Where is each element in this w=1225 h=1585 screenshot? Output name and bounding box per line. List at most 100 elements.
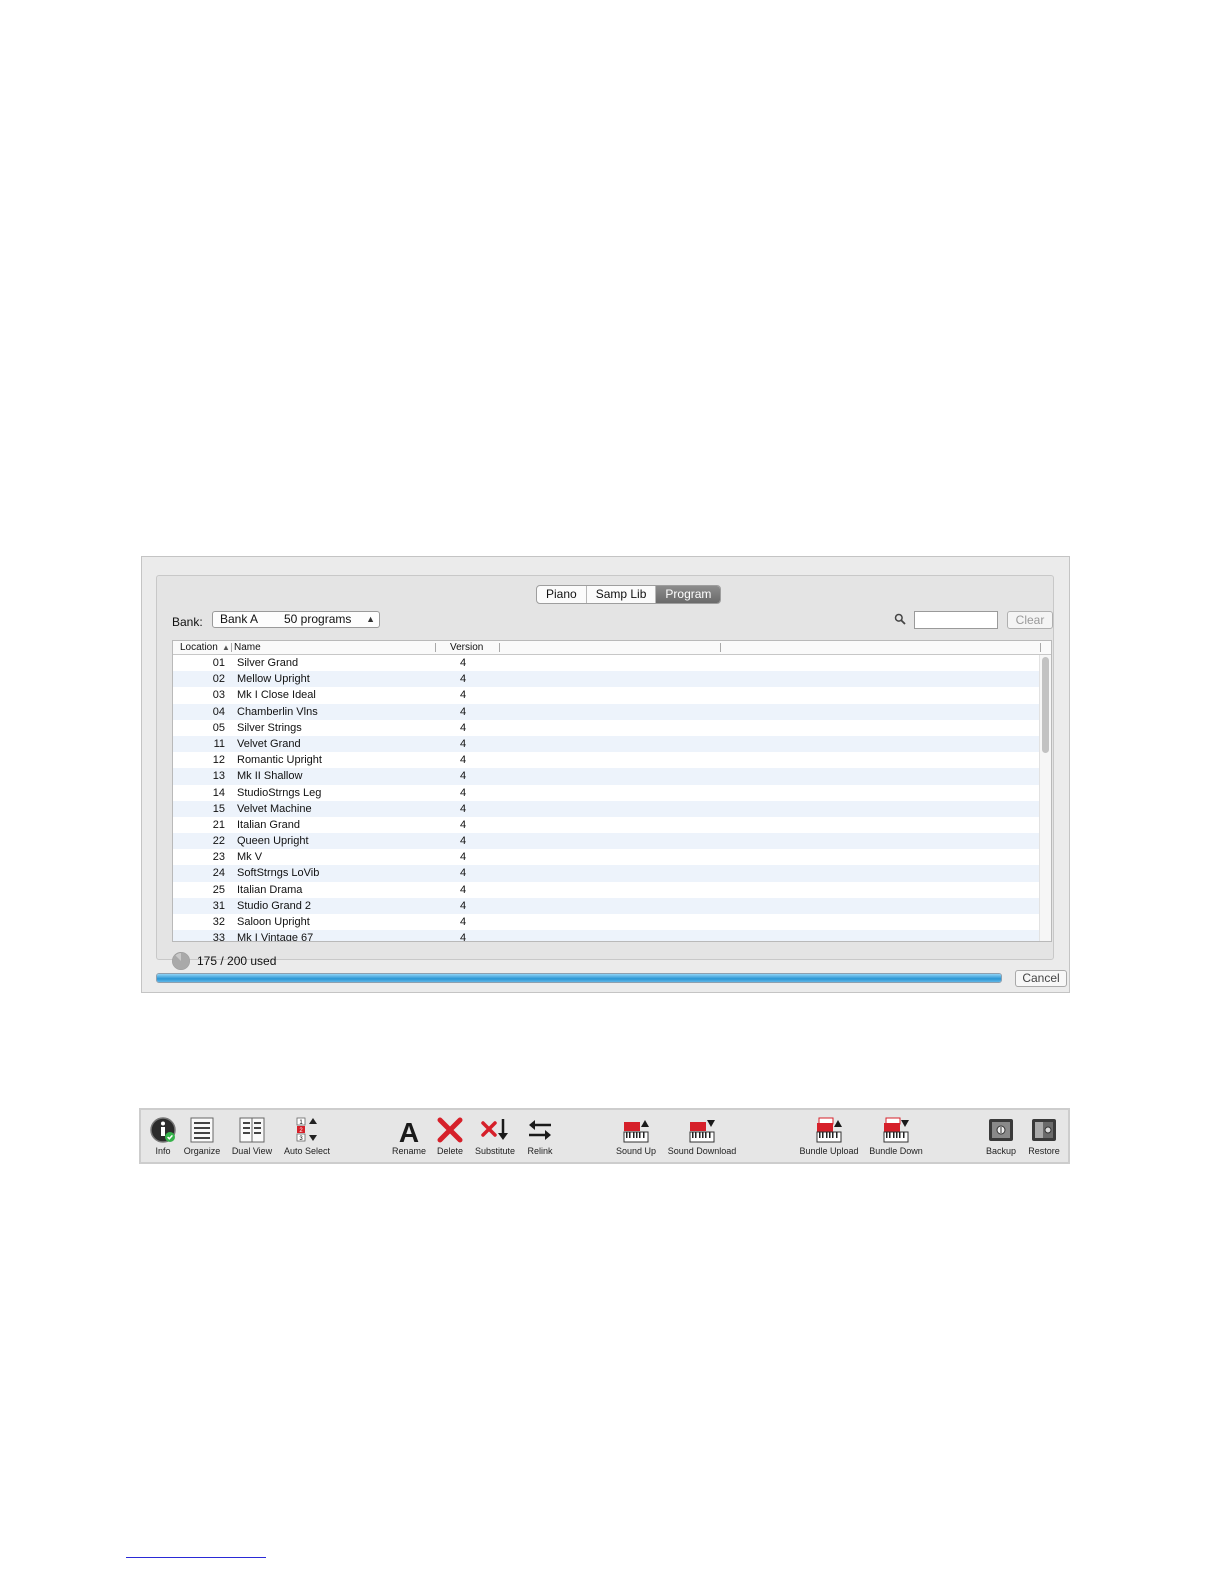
- location-cell: 02: [212, 673, 225, 686]
- table-row[interactable]: 22 Queen Upright 4: [173, 833, 1041, 850]
- version-cell: 4: [459, 916, 467, 928]
- table-row[interactable]: 04 Chamberlin Vlns 4: [173, 703, 1041, 720]
- name-cell: Italian Grand: [237, 818, 300, 831]
- name-cell: Silver Strings: [237, 721, 302, 734]
- table-row[interactable]: 13 Mk II Shallow 4: [173, 768, 1041, 785]
- version-cell: 4: [459, 705, 467, 718]
- column-divider[interactable]: [499, 643, 500, 652]
- table-row[interactable]: 25 Italian Drama 4: [173, 881, 1041, 898]
- table-row[interactable]: 01 Silver Grand 4: [173, 655, 1041, 672]
- table-row[interactable]: 12 Romantic Upright 4: [173, 752, 1041, 769]
- column-divider[interactable]: [1040, 643, 1041, 652]
- dual-view-button[interactable]: Dual View: [230, 1116, 274, 1157]
- location-cell: 33: [212, 932, 225, 942]
- location-cell: 04: [212, 705, 225, 718]
- table-row[interactable]: 31 Studio Grand 2 4: [173, 897, 1041, 914]
- info-label: Info: [155, 1146, 171, 1156]
- sound-download-button[interactable]: Sound Download: [665, 1116, 739, 1157]
- version-cell: 4: [459, 770, 467, 783]
- table-row[interactable]: 11 Velvet Grand 4: [173, 735, 1041, 753]
- location-cell: 23: [212, 851, 225, 864]
- substitute-button[interactable]: Substitute: [472, 1116, 518, 1157]
- tab-piano[interactable]: Piano: [537, 586, 587, 603]
- usage-text: 175 / 200 used: [197, 954, 277, 968]
- relink-label: Relink: [527, 1146, 553, 1156]
- footnote-rule: [126, 1557, 266, 1558]
- version-cell: 4: [459, 851, 467, 864]
- table-row[interactable]: 32 Saloon Upright 4: [173, 914, 1041, 931]
- info-button[interactable]: Info: [146, 1116, 180, 1157]
- rename-label: Rename: [391, 1146, 427, 1156]
- organize-button[interactable]: Organize: [181, 1116, 223, 1157]
- sound-up-label: Sound Up: [615, 1146, 657, 1156]
- version-cell: 4: [459, 737, 467, 750]
- rename-button[interactable]: A Rename: [391, 1116, 427, 1157]
- tab-program[interactable]: Program: [656, 586, 721, 603]
- name-cell: Chamberlin Vlns: [237, 705, 318, 718]
- bundle-up-icon: [816, 1117, 842, 1143]
- red-x-icon: [437, 1117, 463, 1143]
- name-cell: Mellow Upright: [237, 673, 310, 686]
- table-row[interactable]: 23 Mk V 4: [173, 849, 1041, 866]
- progress-fill: [157, 974, 1001, 982]
- table-row[interactable]: 05 Silver Strings 4: [173, 719, 1041, 736]
- clear-button[interactable]: Clear: [1007, 611, 1053, 629]
- bundle-down-button[interactable]: Bundle Down: [868, 1116, 924, 1157]
- auto-select-label: Auto Select: [283, 1146, 331, 1156]
- letter-a-icon: A: [399, 1117, 419, 1144]
- column-header-version[interactable]: Version: [450, 641, 483, 654]
- bank-selected-value: Bank A: [220, 612, 259, 626]
- restore-button[interactable]: Restore: [1025, 1116, 1063, 1157]
- bundle-upload-button[interactable]: Bundle Upload: [797, 1116, 861, 1157]
- list-icon: [190, 1117, 214, 1143]
- scroll-thumb[interactable]: [1042, 657, 1049, 753]
- table-row[interactable]: 15 Velvet Machine 4: [173, 800, 1041, 817]
- cancel-button[interactable]: Cancel: [1015, 970, 1067, 987]
- location-cell: 22: [212, 835, 225, 848]
- bank-select[interactable]: Bank A 50 programs ▲: [212, 611, 380, 628]
- table-row[interactable]: 02 Mellow Upright 4: [173, 671, 1041, 688]
- column-header-name[interactable]: Name: [234, 641, 261, 654]
- sort-ascending-icon: ▲: [222, 643, 230, 652]
- info-icon: [150, 1117, 176, 1143]
- relink-button[interactable]: Relink: [523, 1116, 557, 1157]
- sound-download-label: Sound Download: [667, 1146, 737, 1156]
- delete-label: Delete: [436, 1146, 463, 1156]
- backup-button[interactable]: Backup: [984, 1116, 1018, 1157]
- restore-label: Restore: [1028, 1146, 1060, 1156]
- svg-text:A: A: [399, 1117, 419, 1144]
- updown-arrows-icon: ▲: [366, 614, 375, 624]
- program-table: Location ▲ Name Version 01 Silver Grand 4 0…: [172, 640, 1052, 942]
- name-cell: Italian Drama: [237, 883, 303, 896]
- name-cell: Mk I Close Ideal: [237, 689, 316, 702]
- name-cell: Queen Upright: [237, 835, 309, 848]
- bundle-down-label: Bundle Down: [869, 1146, 923, 1156]
- version-cell: 4: [459, 818, 467, 831]
- column-divider[interactable]: [720, 643, 721, 652]
- vertical-scrollbar[interactable]: [1039, 655, 1051, 941]
- table-row[interactable]: 21 Italian Grand 4: [173, 816, 1041, 834]
- table-row[interactable]: 24 SoftStrngs LoVib 4: [173, 865, 1041, 882]
- location-cell: 01: [212, 657, 225, 669]
- location-cell: 12: [212, 754, 225, 767]
- location-cell: 15: [212, 802, 225, 815]
- table-row[interactable]: 33 Mk I Vintage 67 4: [173, 930, 1041, 942]
- column-divider[interactable]: [435, 643, 436, 652]
- dual-view-label: Dual View: [231, 1146, 273, 1156]
- tab-samp-lib[interactable]: Samp Lib: [587, 586, 657, 603]
- sound-up-button[interactable]: Sound Up: [615, 1116, 657, 1157]
- auto-select-button[interactable]: 1 2 3 Auto Select: [282, 1116, 332, 1157]
- search-input[interactable]: [914, 611, 998, 629]
- bundle-down-icon: [883, 1117, 909, 1143]
- table-row[interactable]: 14 StudioStrngs Leg 4: [173, 784, 1041, 801]
- delete-button[interactable]: Delete: [435, 1116, 465, 1157]
- location-cell: 03: [212, 689, 225, 702]
- dual-list-icon: [239, 1117, 265, 1143]
- column-header-location[interactable]: Location: [180, 641, 218, 654]
- column-divider[interactable]: [231, 643, 232, 652]
- version-cell: 4: [459, 754, 467, 767]
- progress-bar: [156, 973, 1002, 983]
- bank-label: Bank:: [172, 615, 203, 629]
- version-cell: 4: [459, 883, 467, 896]
- table-row[interactable]: 03 Mk I Close Ideal 4: [173, 687, 1041, 704]
